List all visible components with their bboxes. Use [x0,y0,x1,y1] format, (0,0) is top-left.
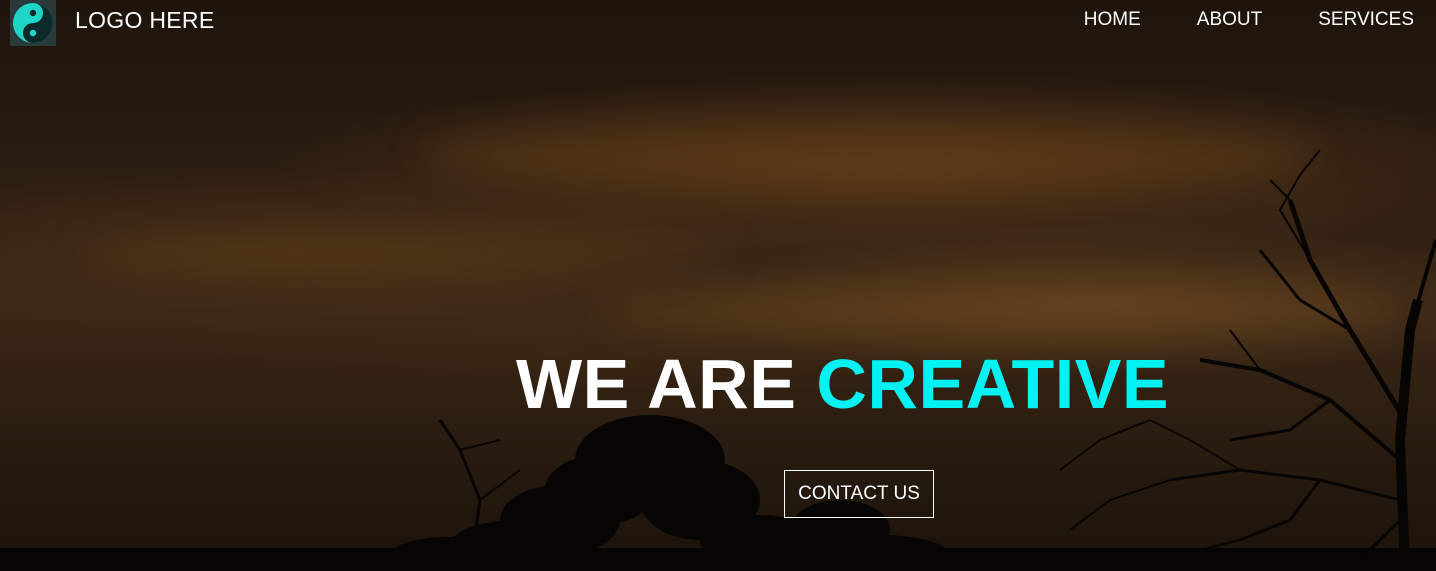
logo-text[interactable]: LOGO HERE [75,7,214,34]
main-nav: HOME ABOUT SERVICES [1028,9,1414,31]
tree-silhouettes [0,149,1436,571]
contact-us-button[interactable]: CONTACT US [784,470,934,518]
headline-prefix: WE ARE [516,345,797,423]
hero-headline: WE ARE CREATIVE [516,344,1169,424]
headline-accent: CREATIVE [816,345,1170,423]
hero-section: LOGO HERE HOME ABOUT SERVICES WE ARE CRE… [0,0,1436,571]
yin-yang-icon[interactable] [10,0,56,46]
top-navbar: LOGO HERE HOME ABOUT SERVICES [0,0,1436,46]
nav-services-link[interactable]: SERVICES [1318,9,1414,31]
nav-about-link[interactable]: ABOUT [1197,9,1262,31]
nav-home-link[interactable]: HOME [1084,9,1141,31]
